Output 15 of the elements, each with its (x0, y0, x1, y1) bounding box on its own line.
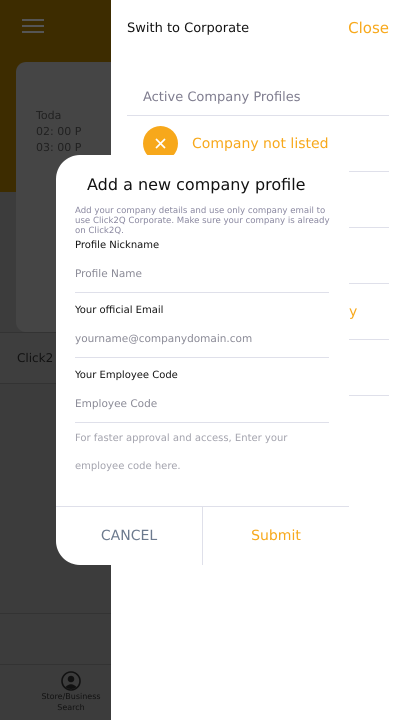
company-option[interactable]: y (349, 304, 358, 320)
section-heading: Active Company Profiles (143, 90, 301, 105)
cancel-button[interactable]: CANCEL (56, 507, 202, 565)
submit-button[interactable]: Submit (202, 507, 349, 565)
field-label: Your official Email (75, 305, 164, 316)
drawer-title: Swith to Corporate (127, 20, 250, 36)
company-option[interactable]: Company not listed (192, 136, 328, 152)
field-label: Your Employee Code (75, 370, 179, 381)
hint-text: For faster approval and access, Enter your employee code here. (75, 432, 288, 474)
close-button[interactable]: Close (348, 19, 389, 37)
dialog-description: Add your company details and use only company email to use Click2Q Corporate. Make sure your company is already on Click2Q. (75, 206, 330, 236)
dialog-title: Add a new company profile (86, 175, 306, 194)
menu-icon[interactable] (22, 18, 44, 34)
person-icon (61, 671, 81, 691)
field-label: Profile Nickname (75, 240, 160, 251)
